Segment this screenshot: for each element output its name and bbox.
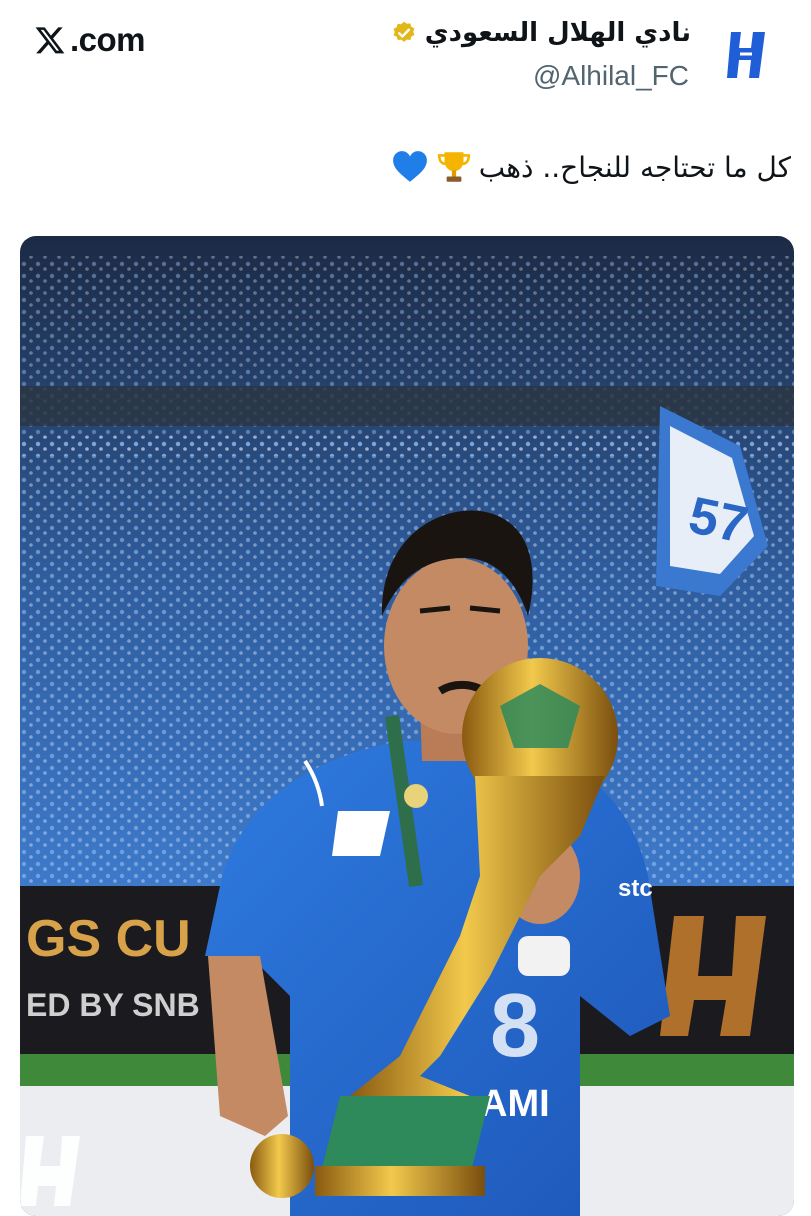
blue-heart-emoji [392, 151, 427, 182]
sleeve-text: stc [618, 875, 653, 902]
alhilal-avatar[interactable] [725, 28, 771, 82]
account-name: نادي الهلال السعودي [424, 18, 691, 48]
tweet-photo[interactable]: 57 GS CU ED BY SNB stc 8 AMI [20, 236, 794, 1216]
sponsor-logo [332, 811, 390, 856]
tweet-text: كل ما تحتاجه للنجاح.. ذهب [478, 150, 791, 184]
account-name-row[interactable]: نادي الهلال السعودي [391, 18, 691, 48]
account-handle[interactable]: @Alhilal_FC [533, 60, 689, 92]
jersey-name: AMI [480, 1083, 550, 1125]
banner-left-text: GS CU [26, 910, 191, 968]
verified-badge-icon [393, 21, 415, 42]
tweet-text-row: كل ما تحتاجه للنجاح.. ذهب [391, 148, 791, 186]
trophy-emoji [437, 152, 470, 182]
banner-sponsor-text: ED BY SNB [26, 987, 200, 1023]
flag-text: 57 [684, 486, 753, 555]
x-com-logo[interactable]: .com [32, 21, 146, 58]
jersey-number: 8 [490, 976, 540, 1076]
site-domain-label: .com [70, 21, 146, 58]
x-logo-icon [35, 27, 65, 54]
